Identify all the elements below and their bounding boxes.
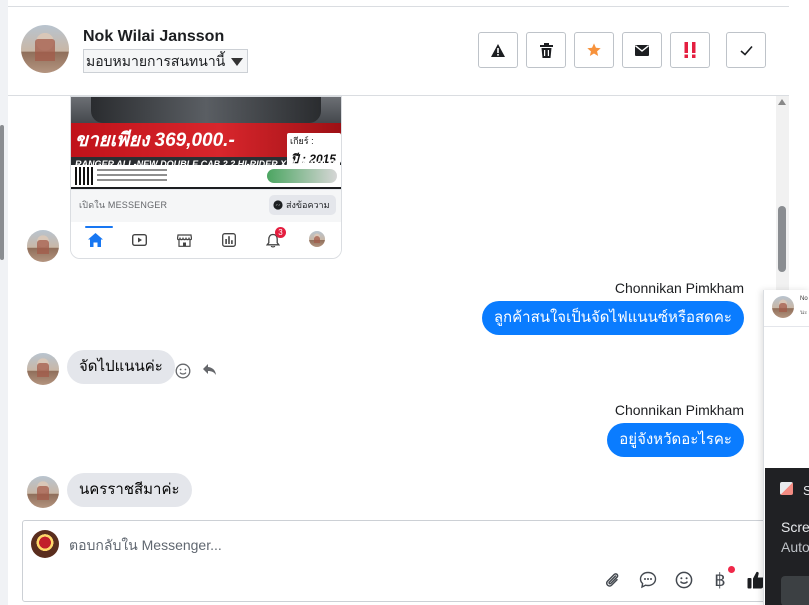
notification-count-badge: 3 [275, 227, 286, 238]
system-notification[interactable]: S Scre Auto [765, 468, 809, 605]
new-feature-dot [728, 566, 735, 573]
delete-button[interactable] [526, 32, 566, 68]
mark-unread-button[interactable] [622, 32, 662, 68]
car-image [91, 97, 321, 123]
page-avatar [31, 530, 59, 558]
important-icon [684, 42, 696, 58]
sender-name: Chonnikan Pimkham [614, 402, 744, 418]
messenger-icon [273, 200, 283, 210]
saved-replies-icon[interactable] [637, 569, 659, 591]
profile-avatar[interactable] [309, 231, 325, 247]
mark-done-button[interactable] [726, 32, 766, 68]
notification-app-name: S [803, 483, 809, 498]
nav-active-indicator [85, 226, 113, 228]
check-icon [739, 45, 753, 56]
left-panel-edge [0, 0, 8, 605]
video-icon[interactable] [131, 233, 147, 247]
emoji-icon[interactable] [673, 569, 695, 591]
envelope-icon [635, 44, 649, 56]
insights-icon[interactable] [221, 233, 237, 247]
contact-avatar-small[interactable] [27, 476, 59, 508]
popout-avatar [772, 296, 794, 318]
dealer-logo [267, 169, 337, 183]
open-in-messenger-label: เปิดใน MESSENGER [79, 200, 168, 210]
message-bubble-incoming[interactable]: นครราชสีมาค่ะ [67, 473, 192, 507]
send-message-label: ส่งข้อความ [286, 200, 330, 210]
contact-name[interactable]: Nok Wilai Jansson [83, 28, 224, 46]
scrollbar-thumb[interactable] [778, 206, 786, 272]
assign-conversation-select[interactable]: มอบหมายการสนทนานี้ [83, 49, 249, 73]
mark-important-button[interactable] [670, 32, 710, 68]
shared-post-card[interactable]: ขายเพียง 369,000.- เกียร์ : ธรรมดา ปี : … [70, 96, 342, 259]
attach-icon[interactable] [601, 569, 623, 591]
car-photo: ขายเพียง 369,000.- เกียร์ : ธรรมดา ปี : … [71, 97, 341, 189]
trash-icon [539, 42, 553, 58]
notification-title: Scre [781, 519, 809, 535]
message-bubble-outgoing[interactable]: ลูกค้าสนใจเป็นจัดไฟแนนซ์หรือสดคะ [481, 301, 744, 335]
notification-subtitle: Auto [781, 539, 809, 555]
warning-icon [491, 43, 505, 57]
qr-code [75, 167, 93, 185]
left-scrollbar-thumb[interactable] [0, 125, 4, 260]
caret-down-icon [231, 58, 244, 66]
conversation-header: Nok Wilai Jansson มอบหมายการสนทนานี้ [8, 7, 789, 96]
car-price: ขายเพียง 369,000.- [75, 130, 235, 151]
sender-name: Chonnikan Pimkham [614, 280, 744, 296]
scroll-up-arrow-icon[interactable] [778, 99, 786, 105]
message-row-incoming: นครราชสีมาค่ะ [27, 473, 327, 509]
dealer-contact-lines [97, 169, 167, 183]
send-message-button[interactable]: ส่งข้อความ [269, 195, 336, 215]
popout-contact-name: No [800, 296, 808, 302]
popout-divider [764, 326, 809, 327]
home-icon[interactable] [87, 233, 103, 247]
marketplace-icon[interactable] [176, 233, 192, 247]
payment-icon[interactable]: ฿ [709, 566, 735, 591]
report-spam-button[interactable] [478, 32, 518, 68]
contact-avatar-small[interactable] [27, 353, 59, 385]
contact-avatar[interactable] [21, 25, 69, 73]
snipping-tool-icon [780, 482, 793, 495]
message-row-incoming: จัดไปแนนค่ะ [27, 350, 327, 386]
popout-contact-subtitle: นะ [800, 310, 808, 316]
message-row-outgoing: Chonnikan Pimkham อยู่จังหวัดอะไรคะ [8, 399, 744, 459]
react-icon[interactable] [175, 363, 191, 379]
reply-composer: ฿ [22, 520, 780, 602]
notification-action-button[interactable] [781, 576, 809, 605]
contact-avatar-small[interactable] [27, 230, 59, 262]
post-nav-bar: 3 [71, 223, 341, 258]
assign-conversation-label: มอบหมายการสนทนานี้ [86, 53, 226, 69]
star-button[interactable] [574, 32, 614, 68]
message-row-outgoing: Chonnikan Pimkham ลูกค้าสนใจเป็นจัดไฟแนน… [8, 277, 744, 337]
message-bubble-outgoing[interactable]: อยู่จังหวัดอะไรคะ [607, 423, 744, 457]
star-icon [587, 43, 601, 56]
message-bubble-incoming[interactable]: จัดไปแนนค่ะ [67, 350, 175, 384]
reply-icon[interactable] [201, 363, 217, 379]
baht-symbol: ฿ [714, 570, 726, 590]
message-thread[interactable]: ขายเพียง 369,000.- เกียร์ : ธรรมดา ปี : … [8, 96, 781, 516]
messenger-bar: เปิดใน MESSENGER ส่งข้อความ [71, 189, 341, 222]
reply-input[interactable] [69, 535, 749, 555]
